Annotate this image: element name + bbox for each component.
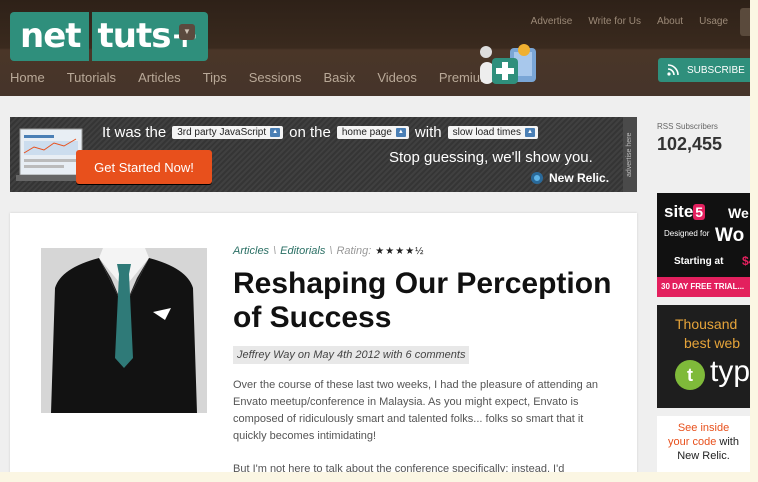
main-nav: Home Tutorials Articles Tips Sessions Ba… bbox=[10, 70, 513, 85]
ad-select-script-value: 3rd party JavaScript bbox=[177, 127, 267, 138]
ad-get-started-button[interactable]: Get Started Now! bbox=[76, 150, 212, 184]
ad-text-prefix: It was the bbox=[102, 124, 167, 141]
typekit-line1: Thousand bbox=[675, 316, 738, 332]
rss-icon bbox=[665, 63, 681, 77]
site5-starting: Starting at bbox=[674, 256, 724, 267]
top-links: Advertise Write for Us About Usage bbox=[531, 16, 728, 27]
article-title[interactable]: Reshaping Our Perception of Success bbox=[233, 267, 613, 335]
site5-logo-text: site bbox=[664, 202, 694, 221]
ad-brand: New Relic. bbox=[531, 171, 609, 185]
select-arrows-icon: ▲ bbox=[524, 128, 535, 137]
sidebar-ad-newrelic[interactable]: See inside your code with New Relic. bbox=[657, 416, 750, 472]
rating-stars: ★★★★½ bbox=[375, 245, 425, 257]
site5-trial: 30 DAY FREE TRIAL... bbox=[657, 277, 750, 297]
ad-text-mid: on the bbox=[289, 124, 331, 141]
article-thumbnail-suit-image[interactable] bbox=[41, 248, 207, 413]
newrelic-see: See inside bbox=[677, 422, 730, 434]
article-meta: Articles \ Editorials \ Rating: ★★★★½ bbox=[233, 245, 425, 257]
separator: \ bbox=[329, 245, 333, 257]
ad-select-page[interactable]: home page ▲ bbox=[336, 126, 409, 139]
sidebar-ad-typekit[interactable]: Thousand best web t typ bbox=[657, 305, 750, 408]
article-excerpt-continued: But I'm not here to talk about the confe… bbox=[233, 463, 565, 472]
top-link-write[interactable]: Write for Us bbox=[588, 16, 641, 27]
select-arrows-icon: ▲ bbox=[395, 128, 406, 137]
nav-basix[interactable]: Basix bbox=[324, 70, 356, 85]
top-link-usage[interactable]: Usage bbox=[699, 16, 728, 27]
search-box[interactable] bbox=[740, 8, 750, 36]
ad-tagline: Stop guessing, we'll show you. bbox=[389, 149, 593, 166]
nav-home[interactable]: Home bbox=[10, 70, 45, 85]
top-link-about[interactable]: About bbox=[657, 16, 683, 27]
ad-brand-name: New Relic. bbox=[549, 171, 610, 185]
ad-headline: It was the 3rd party JavaScript ▲ on the … bbox=[102, 124, 538, 141]
select-arrows-icon: ▲ bbox=[270, 128, 281, 137]
ad-select-script[interactable]: 3rd party JavaScript ▲ bbox=[172, 126, 284, 139]
typekit-line2: best web bbox=[684, 335, 741, 351]
top-link-advertise[interactable]: Advertise bbox=[531, 16, 573, 27]
nav-sessions[interactable]: Sessions bbox=[249, 70, 302, 85]
site5-designed: Designed for bbox=[664, 229, 710, 238]
ad-text-with: with bbox=[414, 124, 442, 141]
typekit-logo-icon: t bbox=[675, 360, 705, 390]
newrelic-code: your code bbox=[668, 436, 717, 448]
premium-icon[interactable] bbox=[476, 44, 542, 90]
ad-banner[interactable]: It was the 3rd party JavaScript ▲ on the … bbox=[10, 117, 637, 192]
site5-price: $4 bbox=[742, 254, 750, 268]
site-header: net tuts+ ▼ Advertise Write for Us About… bbox=[0, 0, 750, 96]
page-frame: net tuts+ ▼ Advertise Write for Us About… bbox=[0, 0, 750, 472]
subscribe-button[interactable]: SUBSCRIBE bbox=[658, 58, 750, 82]
site5-wo: Wo bbox=[715, 225, 745, 246]
site5-logo-number: 5 bbox=[693, 204, 706, 220]
rss-subscribers-count: 102,455 bbox=[657, 134, 723, 154]
site5-we: We bbox=[728, 205, 749, 221]
ad-select-problem-value: slow load times bbox=[452, 127, 521, 138]
article-card: Articles \ Editorials \ Rating: ★★★★½ Re… bbox=[10, 213, 637, 472]
separator: \ bbox=[273, 245, 277, 257]
ad-select-page-value: home page bbox=[341, 127, 392, 138]
category-link[interactable]: Articles bbox=[233, 245, 269, 257]
rss-subscribers-label: RSS Subscribers bbox=[657, 122, 718, 131]
subscribe-label: SUBSCRIBE bbox=[687, 64, 745, 76]
site5-logo: site 5 bbox=[664, 202, 706, 222]
typekit-brand: typ bbox=[710, 355, 750, 388]
rating-label: Rating: bbox=[336, 245, 372, 257]
advertise-here-tab[interactable]: advertise here bbox=[623, 117, 637, 192]
logo-net: net bbox=[10, 12, 89, 61]
newrelic-line2: your code with bbox=[657, 435, 750, 449]
subcategory-link[interactable]: Editorials bbox=[280, 245, 325, 257]
newrelic-brand: New Relic. bbox=[677, 450, 730, 462]
sidebar-ad-site5[interactable]: site5 We Designed for Wo Starting at $4 … bbox=[657, 193, 750, 297]
article-byline: Jeffrey Way on May 4th 2012 with 6 comme… bbox=[233, 346, 470, 364]
nav-articles[interactable]: Articles bbox=[138, 70, 181, 85]
newrelic-with: with bbox=[719, 436, 739, 448]
nav-tutorials[interactable]: Tutorials bbox=[67, 70, 116, 85]
nav-tips[interactable]: Tips bbox=[203, 70, 227, 85]
nav-videos[interactable]: Videos bbox=[377, 70, 417, 85]
article-excerpt: Over the course of these last two weeks,… bbox=[233, 379, 599, 442]
new-relic-logo-icon bbox=[531, 172, 543, 184]
ad-select-problem[interactable]: slow load times ▲ bbox=[447, 126, 538, 139]
network-dropdown-icon[interactable]: ▼ bbox=[179, 24, 195, 40]
